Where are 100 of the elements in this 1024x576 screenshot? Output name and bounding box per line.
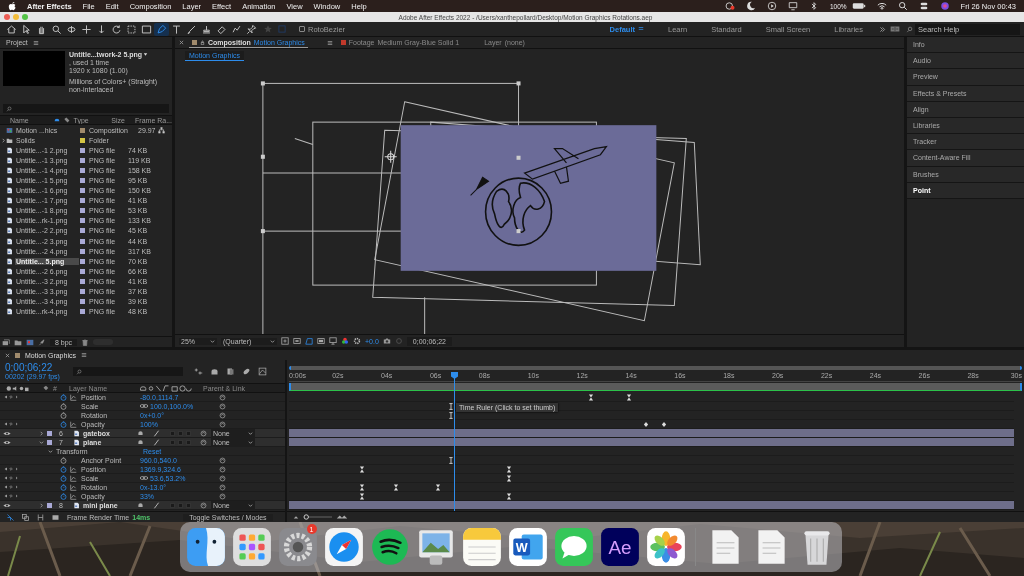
stopwatch-icon[interactable]: [60, 393, 67, 401]
label-swatch[interactable]: [80, 278, 85, 284]
puppet-pin-tool[interactable]: [244, 22, 259, 36]
menu-icon[interactable]: [638, 26, 644, 32]
pick-whip-icon[interactable]: [219, 465, 226, 473]
label-swatch[interactable]: [80, 147, 85, 153]
zoom-tool[interactable]: [49, 22, 64, 36]
keyframe-diamond[interactable]: [643, 421, 649, 428]
search-icon[interactable]: [897, 1, 908, 11]
pan-tool[interactable]: [79, 22, 94, 36]
quality-icon[interactable]: [153, 501, 160, 509]
rotobezier-checkbox[interactable]: [299, 26, 305, 32]
keyframe-hourglass[interactable]: [393, 484, 399, 491]
pick-whip-icon[interactable]: [200, 501, 207, 509]
graph-icon[interactable]: [70, 465, 77, 473]
zoom-in-icon[interactable]: [336, 514, 348, 520]
chevron-icon[interactable]: [39, 502, 44, 508]
transparency-grid-icon[interactable]: [293, 337, 301, 345]
trash-icon[interactable]: [81, 338, 90, 346]
home-button[interactable]: [4, 22, 19, 36]
label-swatch[interactable]: [80, 218, 85, 224]
keyframe-diamond[interactable]: [661, 421, 667, 428]
eye-icon[interactable]: [3, 502, 11, 508]
label-swatch[interactable]: [80, 248, 85, 254]
graph-icon[interactable]: [70, 393, 77, 401]
pick-whip-icon[interactable]: [219, 474, 226, 482]
keyframe-hourglass[interactable]: [626, 394, 632, 401]
eye-icon[interactable]: [3, 439, 11, 445]
label-swatch[interactable]: [47, 502, 52, 508]
speech-bubble-icon[interactable]: [552, 526, 595, 568]
close-icon[interactable]: [5, 352, 10, 358]
stopwatch-icon[interactable]: [60, 465, 67, 473]
graph-icon[interactable]: [70, 474, 77, 482]
siri-icon[interactable]: [939, 1, 950, 11]
keyframe-hourglass[interactable]: [359, 493, 365, 500]
chain-link-icon[interactable]: [140, 404, 148, 408]
keyframe-navigator-icon[interactable]: [4, 476, 18, 480]
pick-whip-icon[interactable]: [219, 411, 226, 419]
stopwatch-icon[interactable]: [60, 474, 67, 482]
label-swatch[interactable]: [80, 299, 85, 305]
graph-icon[interactable]: [70, 483, 77, 491]
label-swatch[interactable]: [80, 137, 85, 143]
current-time[interactable]: 0;00;06;22: [5, 362, 69, 372]
gear-icon[interactable]: [276, 526, 319, 568]
graph-editor-icon[interactable]: [258, 367, 267, 376]
label-swatch[interactable]: [80, 309, 85, 315]
label-icon[interactable]: [63, 117, 70, 123]
label-swatch[interactable]: [80, 228, 85, 234]
frame-blending-icon[interactable]: [226, 367, 235, 376]
zoom-out-icon[interactable]: [293, 514, 299, 520]
word-icon[interactable]: W: [506, 526, 549, 568]
launchpad-icon[interactable]: [230, 526, 273, 568]
wifi-icon[interactable]: [876, 1, 887, 11]
stopwatch-icon[interactable]: [60, 456, 67, 464]
camera-icon[interactable]: [382, 337, 391, 345]
menu-icon[interactable]: [80, 352, 87, 358]
label-swatch[interactable]: [80, 289, 85, 295]
chevron-icon[interactable]: [0, 137, 6, 143]
gear-icon[interactable]: [353, 337, 361, 345]
keyframe-hourglass[interactable]: [359, 484, 365, 491]
keyframe-navigator-icon[interactable]: [4, 467, 18, 471]
lock-icon[interactable]: [200, 39, 205, 45]
label-swatch[interactable]: [80, 198, 85, 204]
flower-icon[interactable]: [644, 526, 687, 568]
layer-search-field[interactable]: [73, 367, 183, 376]
panel-layout-icon[interactable]: [890, 24, 900, 34]
keyframe-hourglass[interactable]: [506, 475, 512, 482]
stopwatch-icon[interactable]: [60, 483, 67, 491]
time-marker[interactable]: [448, 412, 454, 419]
keyframe-hourglass[interactable]: [506, 493, 512, 500]
close-icon[interactable]: [179, 40, 184, 45]
chevron-icon[interactable]: [39, 430, 44, 436]
menu-icon[interactable]: [326, 39, 333, 46]
pick-whip-icon[interactable]: [219, 492, 226, 500]
label-swatch[interactable]: [80, 127, 85, 133]
switch-box[interactable]: [178, 502, 183, 508]
label-swatch[interactable]: [80, 178, 85, 183]
stopwatch-icon[interactable]: [60, 492, 67, 500]
slider-thumb[interactable]: [303, 514, 309, 520]
chevron-icon[interactable]: [48, 448, 53, 454]
interpret-footage-icon[interactable]: [2, 338, 10, 346]
transfer-controls-icon[interactable]: [21, 512, 30, 522]
keyframe-navigator-icon[interactable]: [4, 395, 18, 399]
layer-switches-icon[interactable]: [6, 512, 15, 522]
chain-link-icon[interactable]: [140, 476, 148, 480]
guides-icon[interactable]: [317, 337, 325, 345]
keyframe-navigator-icon[interactable]: [4, 422, 18, 426]
label-swatch[interactable]: [47, 430, 52, 436]
graph-icon[interactable]: [70, 420, 77, 428]
graph-icon[interactable]: [70, 492, 77, 500]
label-swatch[interactable]: [80, 258, 85, 264]
render-time-icon[interactable]: [51, 512, 60, 522]
pick-whip-icon[interactable]: [219, 393, 226, 401]
menu-icon[interactable]: [32, 39, 39, 46]
pick-whip-icon[interactable]: [200, 429, 207, 437]
label-swatch[interactable]: [80, 188, 85, 194]
view-options-icon[interactable]: [329, 337, 337, 345]
project-search-field[interactable]: [3, 104, 169, 113]
after-effects-icon[interactable]: Ae: [598, 526, 641, 568]
stopwatch-icon[interactable]: [60, 411, 67, 419]
